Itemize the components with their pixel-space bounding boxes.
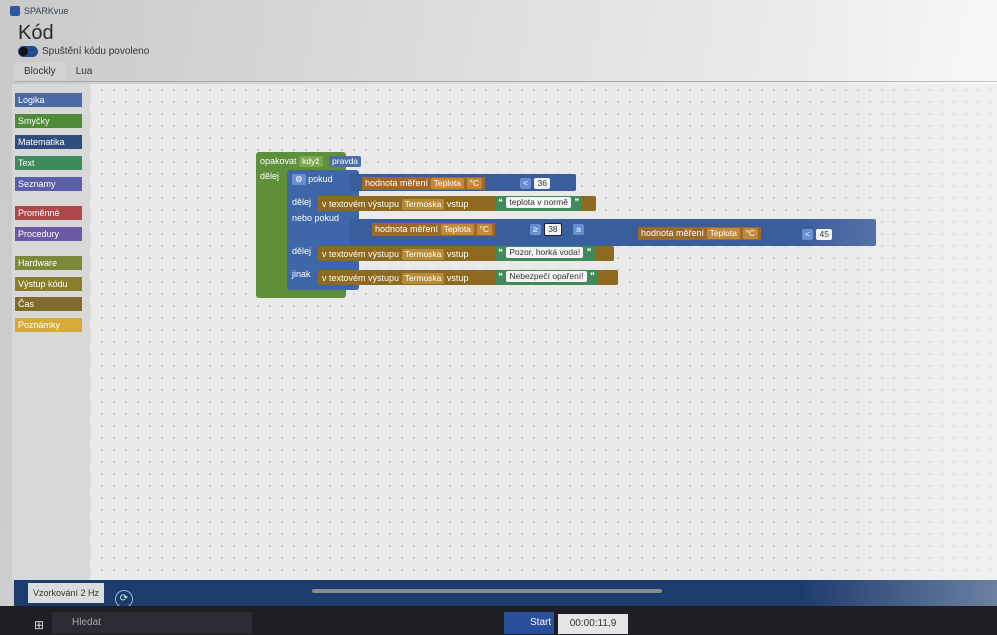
else-target-dropdown[interactable]: Termoska	[401, 273, 445, 284]
elseif-sensor-dropdown[interactable]: Teplota	[440, 224, 474, 235]
if-operator-dropdown[interactable]: <	[520, 178, 531, 189]
if-value[interactable]: 36	[534, 178, 550, 189]
elseif-measure-label-2: hodnota měření	[641, 228, 705, 238]
elseif-measure-label: hodnota měření	[375, 224, 439, 234]
horizontal-scrollbar[interactable]	[312, 589, 662, 593]
elapsed-time: 00:00:11,9	[558, 614, 628, 634]
do1-text-block: ❝ teplota v normě ❞	[495, 196, 583, 211]
editor-tabs: Blockly Lua	[14, 62, 102, 81]
toolbox-category-3[interactable]: Text	[15, 156, 82, 170]
toolbox-category-0[interactable]: Logika	[15, 93, 82, 107]
elseif-operator1-dropdown[interactable]: ≥	[530, 224, 541, 235]
toolbox-category-1[interactable]: Smyčky	[15, 114, 82, 128]
elseif-measurement-2: hodnota měření Teplota °C	[638, 227, 762, 240]
elseif-measurement: hodnota měření Teplota °C	[372, 223, 496, 236]
sampling-rate-button[interactable]: Vzorkování 2 Hz	[28, 583, 105, 603]
elseif-sensor2-dropdown[interactable]: Teplota	[706, 228, 740, 239]
code-run-toggle-row: Spuštění kódu povoleno	[18, 46, 149, 57]
do2-text[interactable]: Pozor, horká voda!	[506, 247, 584, 258]
else-text-block: ❝ Nebezpečí opaření! ❞	[495, 270, 598, 285]
page-title: Kód	[18, 22, 54, 44]
else-output-label: v textovém výstupu	[322, 273, 400, 283]
gear-icon[interactable]: ⚙	[292, 174, 306, 185]
elseif-label: nebo pokud	[292, 213, 340, 223]
loop-header: opakovat když pravda	[260, 155, 362, 168]
do1-target-dropdown[interactable]: Termoska	[401, 199, 445, 210]
screen-glare	[800, 0, 997, 635]
toolbox-category-8[interactable]: Výstup kódu	[15, 277, 82, 291]
elseif-compare-1: ≥ 38 a	[530, 223, 584, 236]
toolbox-category-6[interactable]: Procedury	[15, 227, 82, 241]
if-compare: < 36	[520, 177, 551, 190]
toolbox-category-9[interactable]: Čas	[15, 297, 82, 311]
do2-input-label: vstup	[446, 249, 469, 259]
else-label: jinak	[292, 269, 311, 279]
and-dropdown[interactable]: a	[573, 224, 584, 235]
toolbox-category-5[interactable]: Proměnné	[15, 206, 82, 220]
taskbar-search[interactable]: Hledat	[52, 612, 252, 634]
app-name: SPARKvue	[24, 6, 69, 16]
toolbox-category-2[interactable]: Matematika	[15, 135, 82, 149]
if-measurement: hodnota měření Teplota °C	[362, 177, 486, 190]
start-button[interactable]: Start	[504, 612, 554, 634]
do1-label: dělej	[292, 197, 312, 207]
title-bar: SPARKvue	[10, 4, 68, 18]
loop-condition[interactable]: pravda	[329, 156, 362, 167]
elseif-value1[interactable]: 38	[544, 223, 562, 236]
loop-mode-dropdown[interactable]: když	[299, 156, 323, 167]
loop-label: opakovat	[260, 156, 297, 166]
code-run-toggle[interactable]	[18, 46, 38, 57]
windows-start-icon[interactable]: ⊞	[34, 618, 44, 632]
tab-lua[interactable]: Lua	[66, 62, 103, 81]
if-header: ⚙ pokud	[292, 173, 333, 186]
if-measure-label: hodnota měření	[365, 178, 429, 188]
do2-output: v textovém výstupu Termoska vstup	[322, 248, 468, 261]
do2-output-label: v textovém výstupu	[322, 249, 400, 259]
toolbox-category-7[interactable]: Hardware	[15, 256, 82, 270]
screen: SPARKvue Kód Spuštění kódu povoleno Bloc…	[0, 0, 997, 635]
app-icon	[10, 6, 20, 16]
do2-label: dělej	[292, 246, 312, 256]
do1-output-label: v textovém výstupu	[322, 199, 400, 209]
do2-text-block: ❝ Pozor, horká voda! ❞	[495, 246, 595, 261]
if-sensor-dropdown[interactable]: Teplota	[430, 178, 464, 189]
do1-text[interactable]: teplota v normě	[506, 197, 571, 208]
else-text[interactable]: Nebezpečí opaření!	[506, 271, 587, 282]
do1-input-label: vstup	[446, 199, 469, 209]
else-output: v textovém výstupu Termoska vstup	[322, 272, 468, 285]
loop-do-label: dělej	[260, 171, 280, 181]
if-label: pokud	[308, 174, 333, 184]
tab-blockly[interactable]: Blockly	[14, 62, 66, 81]
elseif-unit2-dropdown[interactable]: °C	[742, 228, 759, 239]
if-unit-dropdown[interactable]: °C	[466, 178, 483, 189]
do1-output: v textovém výstupu Termoska vstup	[322, 198, 468, 211]
code-run-toggle-label: Spuštění kódu povoleno	[42, 46, 150, 57]
toolbox-category-4[interactable]: Seznamy	[15, 177, 82, 191]
else-input-label: vstup	[446, 273, 469, 283]
toolbox-category-10[interactable]: Poznámky	[15, 318, 82, 332]
do2-target-dropdown[interactable]: Termoska	[401, 249, 445, 260]
elseif-unit-dropdown[interactable]: °C	[476, 224, 493, 235]
